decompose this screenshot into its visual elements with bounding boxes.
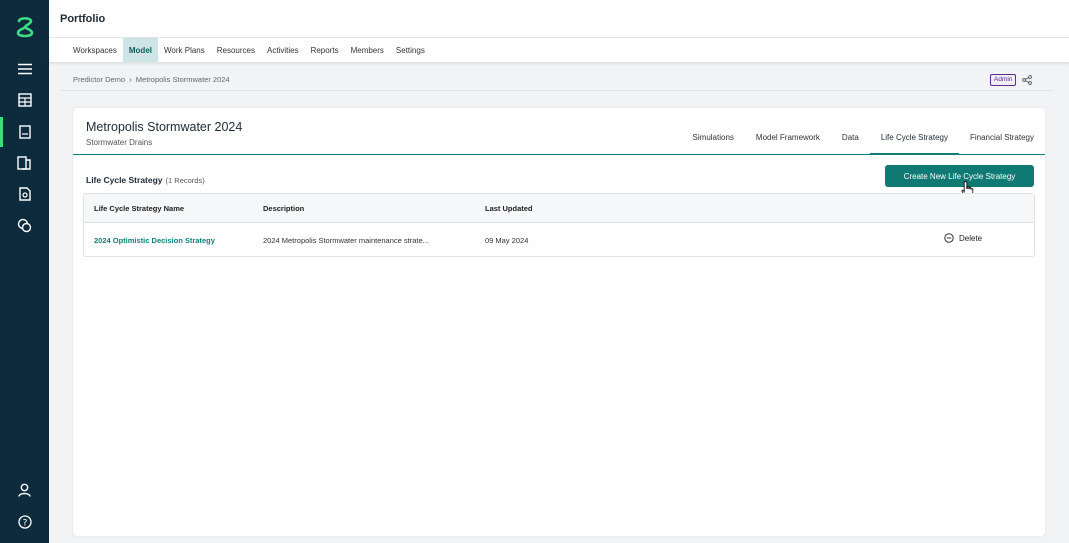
nav-resources[interactable]: Resources [211, 38, 261, 62]
main-nav: Workspaces Model Work Plans Resources Ac… [49, 38, 1069, 63]
section-title: Life Cycle Strategy [86, 175, 163, 185]
share-icon[interactable] [1021, 74, 1033, 85]
help-icon[interactable]: ? [0, 508, 49, 536]
strategy-name-link[interactable]: 2024 Optimistic Decision Strategy [94, 236, 215, 245]
breadcrumb-parent[interactable]: Predictor Demo [73, 75, 125, 84]
minus-circle-icon [944, 233, 954, 243]
create-strategy-button[interactable]: Create New Life Cycle Strategy [885, 165, 1034, 187]
nav-work-plans[interactable]: Work Plans [158, 38, 211, 62]
strategy-description: 2024 Metropolis Stormwater maintenance s… [263, 236, 429, 245]
files-icon[interactable] [0, 149, 49, 177]
tab-data[interactable]: Data [831, 129, 870, 155]
model-icon[interactable] [0, 118, 49, 146]
left-sidebar: ? [0, 0, 49, 543]
tab-simulations[interactable]: Simulations [682, 129, 745, 155]
delete-label: Delete [959, 233, 983, 243]
tab-financial-strategy[interactable]: Financial Strategy [959, 129, 1045, 155]
role-badge: Admin [990, 74, 1017, 86]
breadcrumb: Predictor Demo › Metropolis Stormwater 2… [73, 75, 230, 84]
section-heading: Life Cycle Strategy (1 Records) [86, 175, 205, 185]
nav-reports[interactable]: Reports [305, 38, 345, 62]
model-tabs: Simulations Model Framework Data Life Cy… [682, 129, 1045, 155]
record-count: (1 Records) [165, 176, 205, 185]
strategy-updated: 09 May 2024 [485, 236, 529, 245]
nav-members[interactable]: Members [345, 38, 390, 62]
col-description-header[interactable]: Description [263, 204, 304, 213]
model-card: Metropolis Stormwater 2024 Stormwater Dr… [73, 108, 1045, 536]
model-subtitle: Stormwater Drains [86, 138, 153, 147]
col-name-header[interactable]: Life Cycle Strategy Name [94, 204, 184, 213]
strategy-table: Life Cycle Strategy Name Description Las… [83, 193, 1035, 257]
nav-model[interactable]: Model [122, 38, 158, 62]
app-title: Portfolio [60, 12, 106, 25]
user-icon[interactable] [0, 476, 49, 504]
menu-icon[interactable] [0, 55, 49, 83]
breadcrumb-divider [60, 90, 1054, 91]
tab-underline [73, 154, 1045, 155]
table-row[interactable]: 2024 Optimistic Decision Strategy 2024 M… [84, 223, 1034, 257]
breadcrumb-current: Metropolis Stormwater 2024 [135, 75, 230, 84]
coins-icon[interactable] [0, 211, 49, 239]
nav-workspaces[interactable]: Workspaces [67, 38, 123, 62]
top-bar: Portfolio [49, 0, 1069, 38]
tab-model-framework[interactable]: Model Framework [745, 129, 831, 155]
breadcrumb-separator: › [129, 75, 132, 84]
nav-activities[interactable]: Activities [261, 38, 305, 62]
model-title: Metropolis Stormwater 2024 [86, 120, 243, 134]
delete-button[interactable]: Delete [944, 233, 982, 243]
logo-icon[interactable] [0, 13, 49, 41]
table-header: Life Cycle Strategy Name Description Las… [84, 194, 1034, 223]
col-updated-header[interactable]: Last Updated [485, 204, 533, 213]
table-icon[interactable] [0, 86, 49, 114]
tab-life-cycle-strategy[interactable]: Life Cycle Strategy [869, 129, 959, 155]
document-icon[interactable] [0, 180, 49, 208]
svg-text:?: ? [22, 519, 27, 529]
nav-settings[interactable]: Settings [390, 38, 431, 62]
